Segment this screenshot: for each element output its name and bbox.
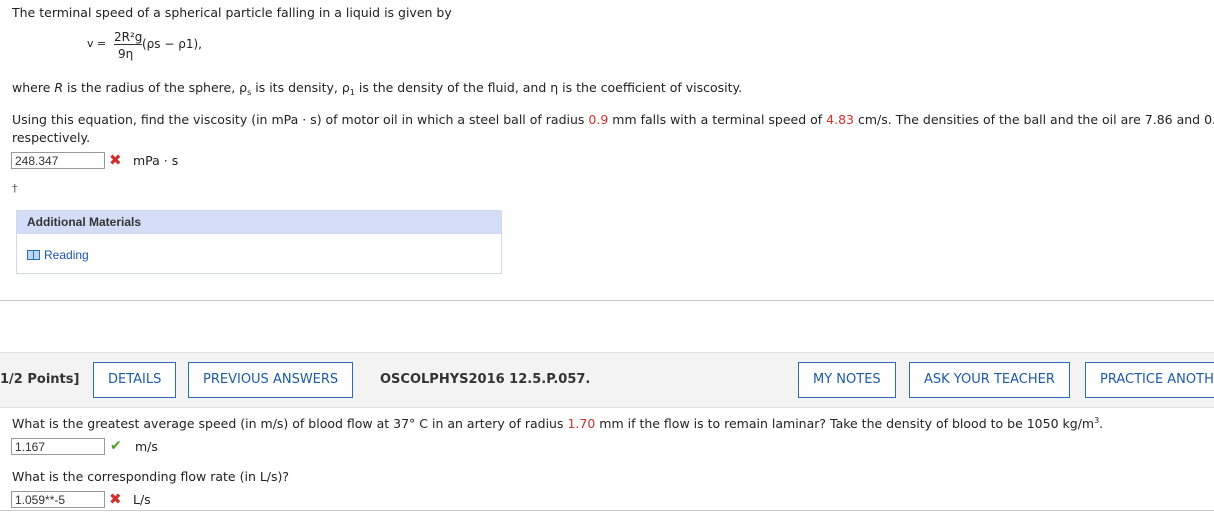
question-intro: The terminal speed of a spherical partic… [12, 5, 452, 20]
problem-id: OSCOLPHYS2016 12.5.P.057. [380, 372, 591, 387]
equation-parenthesis: (ρs − ρ1), [142, 37, 202, 51]
dagger-marker: † [12, 182, 18, 195]
speed-answer-input[interactable]: 1.167 [11, 438, 105, 455]
additional-materials-panel: Additional Materials Reading [16, 210, 502, 274]
my-notes-button[interactable]: MY NOTES [798, 362, 896, 398]
speed-unit: m/s [135, 439, 158, 454]
where-text: where R is the radius of the sphere, ρs … [12, 80, 743, 97]
question2-text: What is the greatest average speed (in m… [12, 416, 1104, 431]
equation-numerator: 2R²g [114, 30, 143, 45]
flow-rate-unit: L/s [133, 492, 151, 507]
details-button[interactable]: DETAILS [93, 362, 177, 398]
radius-value: 0.9 [588, 112, 609, 127]
question-text-cont: respectively. [12, 130, 91, 145]
reading-link[interactable]: Reading [27, 248, 89, 262]
viscosity-answer-input[interactable]: 248.347 [11, 152, 105, 169]
equation-denominator: 9η [118, 47, 134, 61]
artery-radius-value: 1.70 [567, 416, 596, 431]
previous-answers-button[interactable]: PREVIOUS ANSWERS [188, 362, 354, 398]
practice-another-button[interactable]: PRACTICE ANOTHER [1085, 362, 1214, 398]
ask-your-teacher-button[interactable]: ASK YOUR TEACHER [909, 362, 1070, 398]
question-text: Using this equation, find the viscosity … [12, 112, 1214, 127]
question-toolbar: 1/2 Points] DETAILS PREVIOUS ANSWERS OSC… [0, 352, 1214, 408]
x-mark-icon: ✖ [109, 490, 122, 508]
flow-rate-answer-input[interactable]: 1.059**-5 [11, 491, 105, 508]
book-icon [27, 250, 40, 260]
x-mark-icon: ✖ [109, 151, 122, 169]
bottom-divider [0, 510, 1214, 511]
check-icon: ✔ [110, 438, 122, 454]
sub-question-text: What is the corresponding flow rate (in … [12, 469, 290, 484]
points-label: 1/2 Points] [0, 372, 80, 387]
speed-value: 4.83 [826, 112, 855, 127]
additional-materials-header: Additional Materials [17, 211, 501, 234]
equation-lhs: v = [87, 37, 107, 50]
answer-unit: mPa · s [133, 153, 179, 168]
divider [0, 300, 1214, 301]
reading-label: Reading [44, 248, 89, 262]
